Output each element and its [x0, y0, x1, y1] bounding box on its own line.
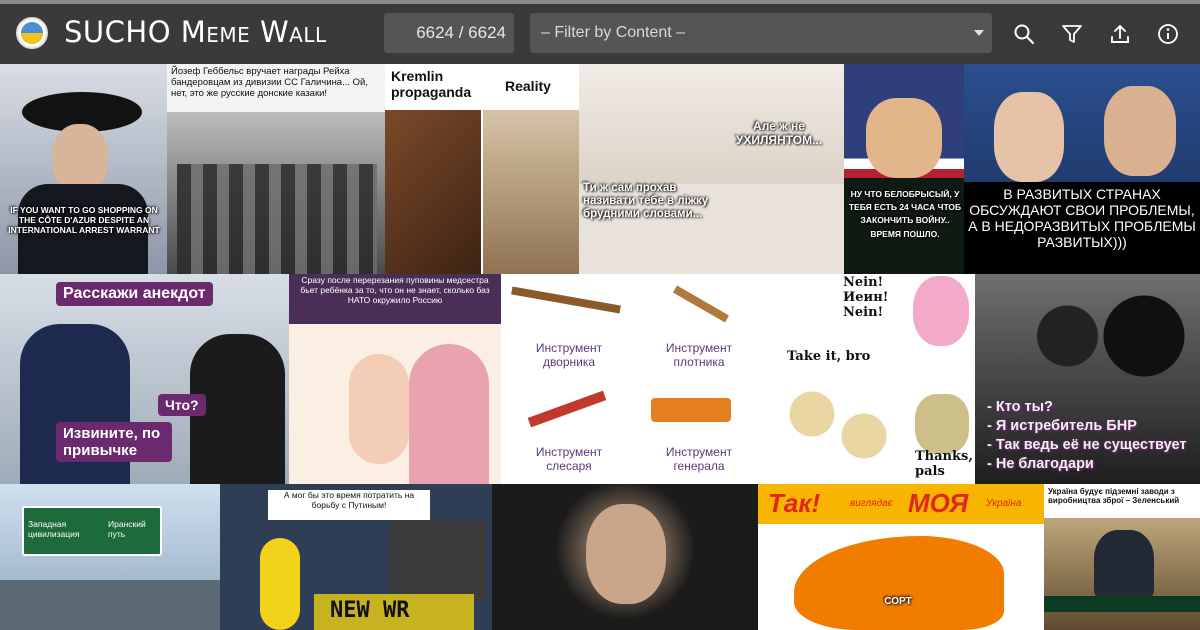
- sucho-logo[interactable]: [16, 17, 48, 49]
- app-title: SUCHO Meme Wall: [64, 15, 327, 49]
- carved-horse-image: [385, 110, 481, 274]
- host-left: [994, 92, 1064, 182]
- info-icon[interactable]: [1157, 23, 1179, 45]
- meme-caption: Йозеф Геббельс вручает награды Рейха бан…: [171, 66, 368, 99]
- tool-label: Инструмент плотника: [665, 341, 733, 369]
- title-c: МОЯ: [908, 488, 969, 518]
- baby-figure: [349, 354, 409, 464]
- wrench-icon: [527, 390, 607, 428]
- logo-emblem-icon: [21, 22, 43, 44]
- meme-caption: IF YOU WANT TO GO SHOPPING ON THE CÔTE D…: [8, 205, 160, 235]
- scoreboard-text: NEW WR: [330, 598, 410, 623]
- stair-post-image: [483, 110, 579, 274]
- meme-tile[interactable]: Україна будує підземні заводи з виробниц…: [1044, 484, 1200, 630]
- meme-tile[interactable]: Инструмент дворника Инструмент плотника …: [501, 274, 765, 484]
- meme-tile[interactable]: - Кто ты? - Я истребитель БНР - Так ведь…: [975, 274, 1200, 484]
- meme-tile[interactable]: НУ ЧТО БЕЛОБРЫСЫЙ, У ТЕБЯ ЕСТЬ 24 ЧАСА Ч…: [844, 64, 964, 274]
- road: [0, 580, 220, 630]
- left-label: Kremlin propaganda: [391, 68, 472, 101]
- meme-tile[interactable]: Nein! Иeин! Nein! Take it, bro Thanks, p…: [765, 274, 975, 484]
- chainsaw-icon: [651, 398, 731, 422]
- speech-bubble: Извините, по привычке: [56, 422, 172, 462]
- nurse-figure: [409, 344, 489, 484]
- meme-tile[interactable]: А мог бы это время потратить на борьбу с…: [220, 484, 492, 630]
- meme-tile[interactable]: Западная цивилизация Иранский путь: [0, 484, 220, 630]
- filter-icon[interactable]: [1061, 23, 1083, 45]
- meme-tile[interactable]: Kremlin propaganda Reality: [385, 64, 579, 274]
- meme-tile[interactable]: В РАЗВИТЫХ СТРАНАХ ОБСУЖДАЮТ СВОИ ПРОБЛЕ…: [964, 64, 1200, 274]
- meme-counter: 6624 / 6624: [384, 13, 514, 53]
- search-icon[interactable]: [1013, 23, 1035, 45]
- bald-man-figure: [586, 504, 666, 604]
- soldiers-figure: [1025, 284, 1195, 414]
- man-portrait: [390, 520, 486, 600]
- meme-caption-bottom: Ти ж сам прохав називати тебе в ліжку бр…: [583, 182, 709, 221]
- meme-caption: - Кто ты? - Я истребитель БНР - Так ведь…: [987, 399, 1187, 472]
- meme-caption: В РАЗВИТЫХ СТРАНАХ ОБСУЖДАЮТ СВОИ ПРОБЛЕ…: [968, 186, 1196, 251]
- meme-tile[interactable]: Сразу после перерезания пуповины медсест…: [289, 274, 501, 484]
- meme-tile[interactable]: IF YOU WANT TO GO SHOPPING ON THE CÔTE D…: [0, 64, 167, 274]
- hammer-icon: [673, 285, 729, 323]
- meme-tile[interactable]: Так! виглядає МОЯ Україна СОРТ: [758, 484, 1044, 630]
- meme-tile[interactable]: Расскажи анекдот Что? Извините, по привы…: [0, 274, 289, 484]
- soldier-wojak: [915, 394, 969, 454]
- meme-tile[interactable]: Йозеф Геббельс вручает награды Рейха бан…: [167, 64, 385, 274]
- tool-label: Инструмент генерала: [665, 445, 733, 473]
- title-b: виглядає: [850, 498, 893, 509]
- sign-left: Западная цивилизация: [28, 519, 80, 539]
- wojak-group: [773, 370, 903, 480]
- broom-icon: [511, 286, 621, 314]
- title-d: Україна: [986, 498, 1022, 509]
- content-filter-select[interactable]: – Filter by Content –: [530, 13, 992, 53]
- title-a: Так!: [768, 488, 821, 518]
- meme-text-top: Nein! Иeин! Nein!: [843, 275, 889, 320]
- sign-right: Иранский путь: [108, 519, 146, 539]
- meme-caption: А мог бы это время потратить на борьбу с…: [283, 490, 415, 510]
- meme-tile[interactable]: [492, 484, 758, 630]
- meme-text-bottom: Thanks, pals: [915, 449, 973, 479]
- map-shape: [794, 536, 1004, 630]
- map-label: СОРТ: [884, 596, 912, 607]
- speech-bubble: Что?: [158, 394, 206, 416]
- meme-tile[interactable]: Але ж не УХИЛЯНТОМ... Ти ж сам прохав на…: [579, 64, 844, 274]
- runner-figure: [260, 538, 300, 630]
- wojak-head: [913, 276, 969, 346]
- right-label: Reality: [505, 78, 551, 94]
- meme-caption: Україна будує підземні заводи з виробниц…: [1048, 487, 1180, 506]
- meme-caption: Сразу после перерезания пуповины медсест…: [300, 275, 490, 305]
- host-right: [1104, 86, 1176, 176]
- speaker-figure: [866, 98, 942, 178]
- meme-grid: IF YOU WANT TO GO SHOPPING ON THE CÔTE D…: [0, 64, 1200, 630]
- meme-caption-top: Але ж не УХИЛЯНТОМ...: [735, 119, 823, 147]
- stats-bar: [1044, 596, 1200, 612]
- tool-label: Инструмент дворника: [535, 341, 603, 369]
- speech-bubble: Расскажи анекдот: [56, 282, 213, 306]
- meme-caption: НУ ЧТО БЕЛОБРЫСЫЙ, У ТЕБЯ ЕСТЬ 24 ЧАСА Ч…: [848, 189, 962, 239]
- filter-placeholder: – Filter by Content –: [541, 24, 686, 41]
- meme-text-mid: Take it, bro: [787, 349, 871, 364]
- upload-icon[interactable]: [1109, 23, 1131, 45]
- top-bar: SUCHO Meme Wall 6624 / 6624 – Filter by …: [0, 0, 1200, 64]
- president-figure: [1094, 530, 1154, 600]
- chevron-down-icon: [974, 30, 984, 36]
- tool-label: Инструмент слесаря: [535, 445, 603, 473]
- soldier-figures: [177, 164, 377, 274]
